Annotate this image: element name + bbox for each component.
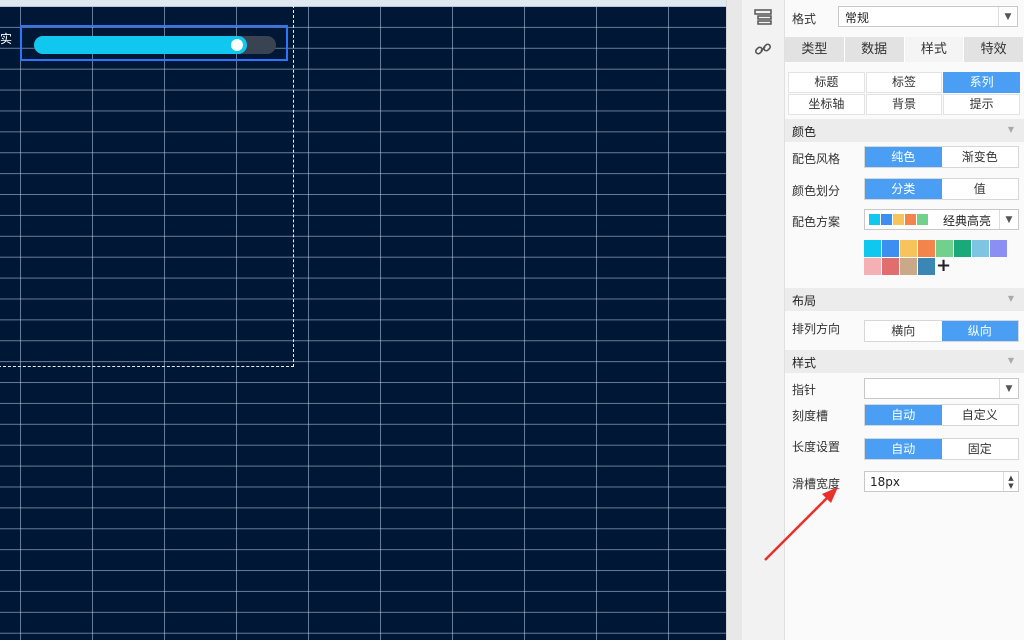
tab-effects[interactable]: 特效 xyxy=(964,37,1024,62)
option-length-fixed[interactable]: 固定 xyxy=(942,439,1019,459)
dashboard-canvas[interactable]: 实 xyxy=(0,0,726,640)
scheme-swatch xyxy=(905,214,916,225)
progress-fill xyxy=(34,36,247,54)
width-stepper[interactable]: 18px ▲ ▼ xyxy=(864,471,1019,492)
subtab-series[interactable]: 系列 xyxy=(943,72,1020,93)
tab-data[interactable]: 数据 xyxy=(844,37,905,62)
option-scale-auto[interactable]: 自动 xyxy=(865,405,942,425)
format-select[interactable]: 常规 ▼ xyxy=(838,6,1018,27)
scale-label: 刻度槽 xyxy=(792,409,829,423)
color-divide-toggle: 分类 值 xyxy=(864,178,1019,200)
scheme-swatch xyxy=(917,214,928,225)
chevron-down-icon: ▼ xyxy=(999,379,1018,398)
format-value: 常规 xyxy=(845,11,870,25)
width-value: 18px xyxy=(870,475,900,489)
direction-label: 排列方向 xyxy=(792,322,841,336)
color-scheme-select[interactable]: 经典高亮 ▼ xyxy=(864,209,1019,230)
option-gradient[interactable]: 渐变色 xyxy=(942,147,1019,167)
option-horizontal[interactable]: 横向 xyxy=(865,321,942,341)
section-color-title: 颜色 xyxy=(792,125,817,139)
palette-swatch[interactable] xyxy=(864,240,881,257)
chevron-down-icon: ▼ xyxy=(999,210,1018,229)
direction-toggle: 横向 纵向 xyxy=(864,320,1019,342)
scheme-swatch xyxy=(893,214,904,225)
subtab-title[interactable]: 标题 xyxy=(788,72,865,93)
subtab-axis[interactable]: 坐标轴 xyxy=(788,94,865,115)
scale-toggle: 自动 自定义 xyxy=(864,404,1019,426)
palette-swatch[interactable] xyxy=(972,240,989,257)
collapse-icon: ▼ xyxy=(1007,125,1014,134)
add-color-icon[interactable]: + xyxy=(936,257,951,275)
sub-tabs: 标题 标签 系列 坐标轴 背景 提示 xyxy=(788,72,1020,115)
palette-swatch[interactable] xyxy=(990,240,1007,257)
color-scheme-label: 配色方案 xyxy=(792,215,841,229)
subtab-label[interactable]: 标签 xyxy=(865,72,943,93)
palette-swatch[interactable] xyxy=(882,240,899,257)
subtab-background[interactable]: 背景 xyxy=(865,94,943,115)
option-scale-custom[interactable]: 自定义 xyxy=(942,405,1019,425)
section-color[interactable]: 颜色 ▼ xyxy=(785,119,1024,142)
stepper-arrows-icon[interactable]: ▲ ▼ xyxy=(1003,472,1018,491)
component-list-icon[interactable] xyxy=(754,8,772,26)
length-label: 长度设置 xyxy=(792,440,841,454)
chevron-down-icon: ▼ xyxy=(998,7,1017,26)
option-value[interactable]: 值 xyxy=(942,179,1019,199)
subtab-tooltip[interactable]: 提示 xyxy=(943,94,1020,115)
palette-swatch[interactable] xyxy=(900,240,917,257)
main-tabs: 类型 数据 样式 特效 xyxy=(785,37,1024,62)
section-style[interactable]: 样式 ▼ xyxy=(785,350,1024,373)
section-layout[interactable]: 布局 ▼ xyxy=(785,288,1024,311)
option-solid[interactable]: 纯色 xyxy=(865,147,942,167)
canvas-scrollbar[interactable] xyxy=(726,0,743,640)
length-toggle: 自动 固定 xyxy=(864,438,1019,460)
pointer-select[interactable]: ▼ xyxy=(864,378,1019,399)
option-length-auto[interactable]: 自动 xyxy=(865,439,942,459)
progress-bar[interactable] xyxy=(34,36,276,54)
annotation-arrow-icon xyxy=(764,487,838,561)
color-style-toggle: 纯色 渐变色 xyxy=(864,146,1019,168)
tab-type[interactable]: 类型 xyxy=(785,37,845,62)
color-scheme-value: 经典高亮 xyxy=(943,214,992,228)
palette-swatch[interactable] xyxy=(918,258,935,275)
section-layout-title: 布局 xyxy=(792,294,817,308)
palette-swatch[interactable] xyxy=(882,258,899,275)
palette-swatch[interactable] xyxy=(900,258,917,275)
section-style-title: 样式 xyxy=(792,356,817,370)
color-divide-label: 颜色划分 xyxy=(792,184,841,198)
option-category[interactable]: 分类 xyxy=(865,179,942,199)
progress-knob[interactable] xyxy=(231,39,243,51)
color-style-label: 配色风格 xyxy=(792,152,841,166)
scheme-swatch xyxy=(869,214,880,225)
palette-swatch[interactable] xyxy=(864,258,881,275)
palette-swatch[interactable] xyxy=(918,240,935,257)
collapse-icon: ▼ xyxy=(1007,294,1014,303)
palette-swatch[interactable] xyxy=(954,240,971,257)
pointer-label: 指针 xyxy=(792,383,817,397)
scheme-swatch xyxy=(881,214,892,225)
collapse-icon: ▼ xyxy=(1007,356,1014,365)
scheme-preview xyxy=(869,214,928,225)
tab-style[interactable]: 样式 xyxy=(904,37,965,62)
link-icon[interactable] xyxy=(754,40,772,58)
option-vertical[interactable]: 纵向 xyxy=(941,321,1018,341)
format-label: 格式 xyxy=(792,12,817,26)
